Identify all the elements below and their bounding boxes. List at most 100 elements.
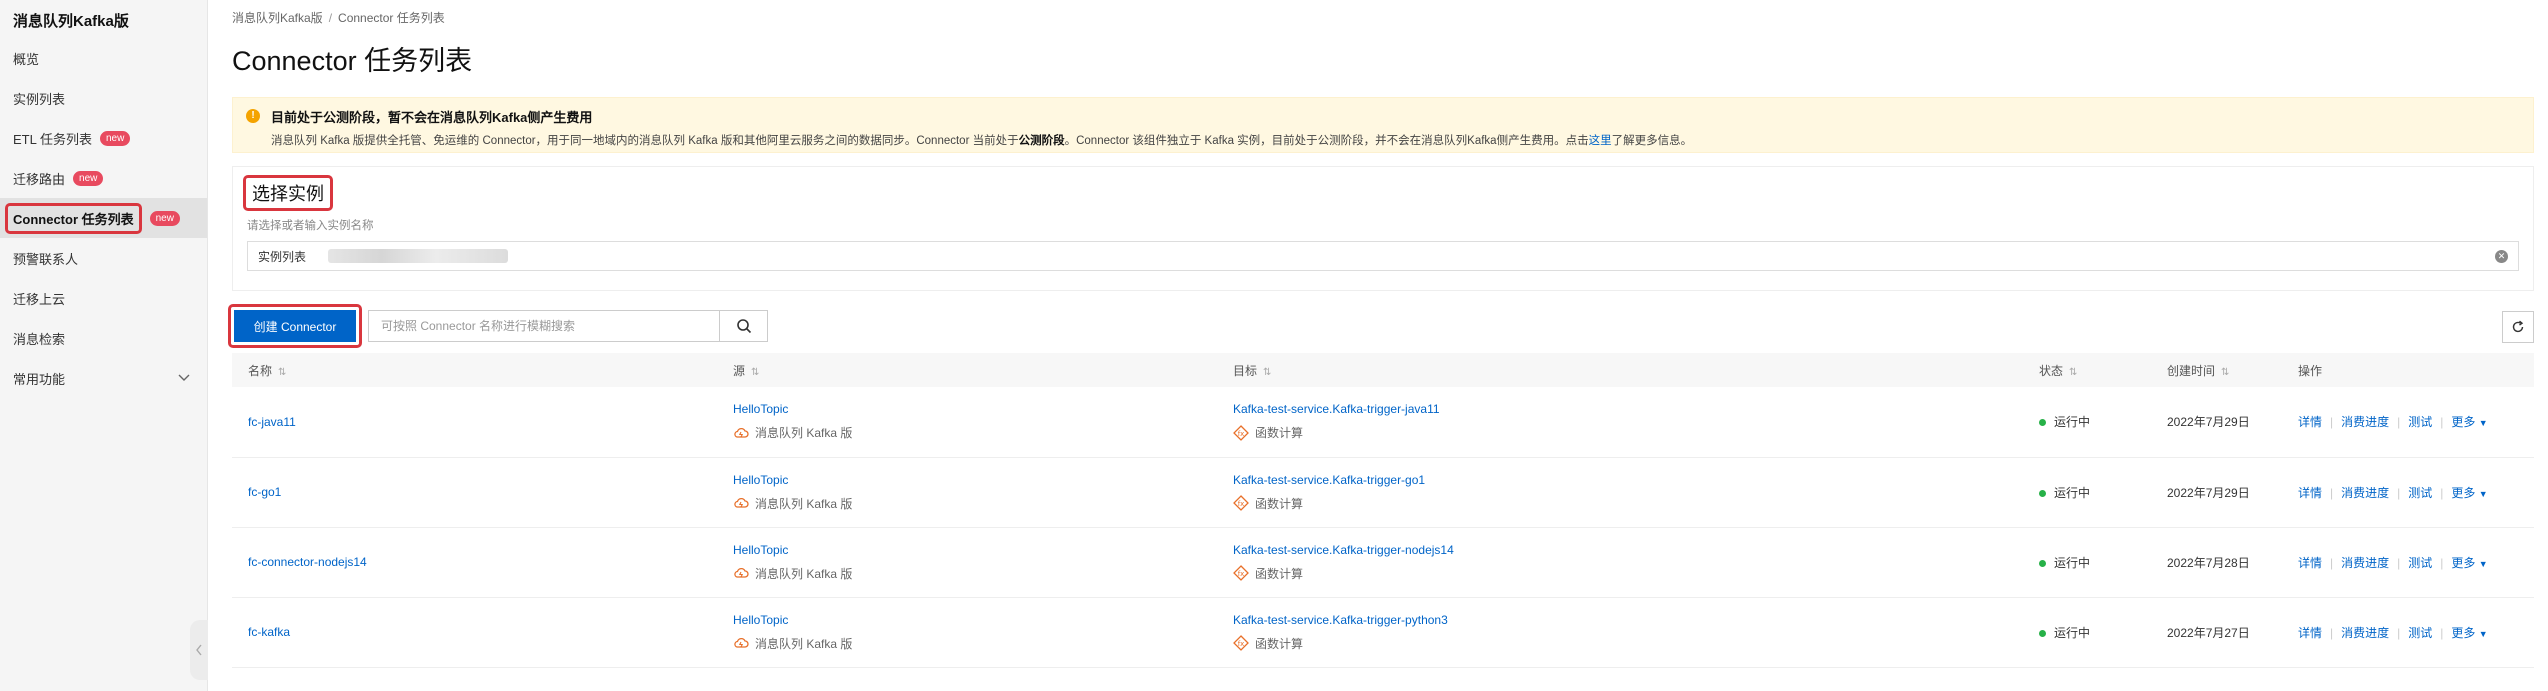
search-icon (736, 319, 751, 334)
source-service: 消息队列 Kafka 版 (733, 424, 1201, 441)
column-header-name[interactable]: 名称 ⇅ (232, 353, 717, 387)
sort-icon[interactable]: ⇅ (2069, 367, 2077, 378)
sidebar-item-message-search[interactable]: 消息检索 (0, 318, 207, 358)
create-connector-button[interactable]: 创建 Connector (234, 310, 356, 342)
target-function-link[interactable]: Kafka-test-service.Kafka-trigger-go1 (1233, 473, 2007, 487)
consume-progress-link[interactable]: 消费进度 (2341, 556, 2389, 570)
sidebar-item-alert-contacts[interactable]: 预警联系人 (0, 238, 207, 278)
search-input[interactable] (368, 310, 720, 342)
source-service: 消息队列 Kafka 版 (733, 565, 1201, 582)
table-row: fc-java11 HelloTopic 消息队列 Kafka 版 Kafka-… (232, 387, 2534, 457)
more-label: 更多 (2451, 485, 2476, 500)
source-topic-link[interactable]: HelloTopic (733, 473, 1201, 487)
separator: | (2440, 415, 2444, 430)
header-label: 状态 (2039, 363, 2064, 378)
more-dropdown[interactable]: 更多 ▼ (2451, 486, 2487, 500)
caret-down-icon: ▼ (2478, 488, 2488, 499)
sidebar-item-instances[interactable]: 实例列表 (0, 78, 207, 118)
more-dropdown[interactable]: 更多 ▼ (2451, 556, 2487, 570)
consume-progress-link[interactable]: 消费进度 (2341, 626, 2389, 640)
clear-icon[interactable]: ✕ (2495, 250, 2508, 263)
chevron-down-icon (178, 374, 190, 381)
test-link[interactable]: 测试 (2408, 415, 2432, 429)
sidebar-item-migrate-cloud[interactable]: 迁移上云 (0, 278, 207, 318)
cloud-kafka-icon (734, 567, 749, 578)
function-compute-icon: fx (1233, 495, 1249, 511)
target-service: fx 函数计算 (1233, 635, 2007, 652)
cloud-kafka-icon (734, 637, 749, 648)
sidebar-item-label: 预警联系人 (13, 251, 79, 267)
consume-progress-link[interactable]: 消费进度 (2341, 486, 2389, 500)
row-actions: 详情 | 消费进度 | 测试 | 更多 ▼ (2282, 527, 2534, 597)
test-link[interactable]: 测试 (2408, 626, 2432, 640)
sort-icon[interactable]: ⇅ (2221, 367, 2229, 378)
source-topic-link[interactable]: HelloTopic (733, 613, 1201, 627)
sidebar-item-common-functions[interactable]: 常用功能 (0, 358, 207, 398)
detail-link[interactable]: 详情 (2298, 415, 2322, 429)
sidebar-item-label: 实例列表 (13, 91, 66, 107)
sidebar-item-migration-route[interactable]: 迁移路由 new (0, 158, 207, 198)
sidebar: 消息队列Kafka版 概览 实例列表 ETL 任务列表 new 迁移路由 new C… (0, 0, 208, 691)
search-button[interactable] (720, 310, 768, 342)
target-function-link[interactable]: Kafka-test-service.Kafka-trigger-java11 (1233, 402, 2007, 416)
header-label: 名称 (248, 363, 273, 378)
function-compute-icon: fx (1233, 635, 1249, 651)
svg-text:fx: fx (1238, 430, 1245, 438)
column-header-status[interactable]: 状态 ⇅ (2023, 353, 2151, 387)
more-dropdown[interactable]: 更多 ▼ (2451, 626, 2487, 640)
separator: | (2397, 485, 2401, 500)
breadcrumb-root[interactable]: 消息队列Kafka版 (232, 11, 323, 25)
test-link[interactable]: 测试 (2408, 486, 2432, 500)
notice-text-bold: 公测阶段 (1018, 135, 1065, 147)
connector-name-link[interactable]: fc-connector-nodejs14 (248, 555, 367, 569)
target-function-link[interactable]: Kafka-test-service.Kafka-trigger-nodejs1… (1233, 543, 2007, 557)
connector-name-link[interactable]: fc-go1 (248, 485, 281, 499)
status-text: 运行中 (2054, 485, 2091, 500)
connector-name-link[interactable]: fc-java11 (248, 415, 296, 429)
more-label: 更多 (2451, 625, 2476, 640)
sort-icon[interactable]: ⇅ (751, 367, 759, 378)
sort-icon[interactable]: ⇅ (1263, 367, 1271, 378)
separator: | (2397, 415, 2401, 430)
sidebar-collapse-button[interactable] (190, 620, 208, 680)
created-time: 2022年7月28日 (2167, 555, 2250, 570)
row-actions: 详情 | 消费进度 | 测试 | 更多 ▼ (2282, 387, 2534, 457)
source-topic-link[interactable]: HelloTopic (733, 543, 1201, 557)
new-badge: new (73, 170, 104, 186)
product-title: 消息队列Kafka版 (13, 13, 129, 30)
sidebar-item-overview[interactable]: 概览 (0, 38, 207, 78)
connector-table: 名称 ⇅ 源 ⇅ 目标 ⇅ 状态 ⇅ 创建时间 ⇅ 操作 fc-java11 HelloT… (232, 353, 2534, 668)
connector-name-link[interactable]: fc-kafka (248, 625, 290, 639)
instance-select[interactable]: 实例列表 ✕ (247, 241, 2519, 271)
caret-down-icon: ▼ (2478, 558, 2488, 569)
select-instance-hint: 请选择或者输入实例名称 (247, 220, 374, 232)
caret-down-icon: ▼ (2478, 628, 2488, 639)
sidebar-item-connector[interactable]: Connector 任务列表 new (0, 198, 207, 238)
detail-link[interactable]: 详情 (2298, 556, 2322, 570)
column-header-target[interactable]: 目标 ⇅ (1217, 353, 2023, 387)
detail-link[interactable]: 详情 (2298, 626, 2322, 640)
more-dropdown[interactable]: 更多 ▼ (2451, 415, 2487, 429)
target-service-label: 函数计算 (1255, 496, 1304, 511)
sidebar-item-label: 迁移路由 (13, 171, 66, 187)
column-header-source[interactable]: 源 ⇅ (717, 353, 1217, 387)
source-topic-link[interactable]: HelloTopic (733, 402, 1201, 416)
learn-more-link[interactable]: 这里 (1589, 135, 1612, 147)
row-actions: 详情 | 消费进度 | 测试 | 更多 ▼ (2282, 597, 2534, 667)
detail-link[interactable]: 详情 (2298, 486, 2322, 500)
svg-text:fx: fx (1238, 570, 1245, 578)
table-row: fc-connector-nodejs14 HelloTopic 消息队列 Ka… (232, 527, 2534, 597)
test-link[interactable]: 测试 (2408, 556, 2432, 570)
status-dot-icon (2039, 629, 2046, 637)
sidebar-item-etl[interactable]: ETL 任务列表 new (0, 118, 207, 158)
main-content: 消息队列Kafka版 / Connector 任务列表 Connector 任务列表… (208, 0, 2548, 691)
source-service: 消息队列 Kafka 版 (733, 495, 1201, 512)
sidebar-item-label: Connector 任务列表 (5, 202, 142, 234)
sort-icon[interactable]: ⇅ (278, 367, 286, 378)
refresh-button[interactable] (2502, 311, 2534, 343)
source-service-label: 消息队列 Kafka 版 (755, 496, 853, 511)
sidebar-item-label: 消息检索 (13, 331, 66, 347)
consume-progress-link[interactable]: 消费进度 (2341, 415, 2389, 429)
column-header-created[interactable]: 创建时间 ⇅ (2151, 353, 2282, 387)
target-function-link[interactable]: Kafka-test-service.Kafka-trigger-python3 (1233, 613, 2007, 627)
